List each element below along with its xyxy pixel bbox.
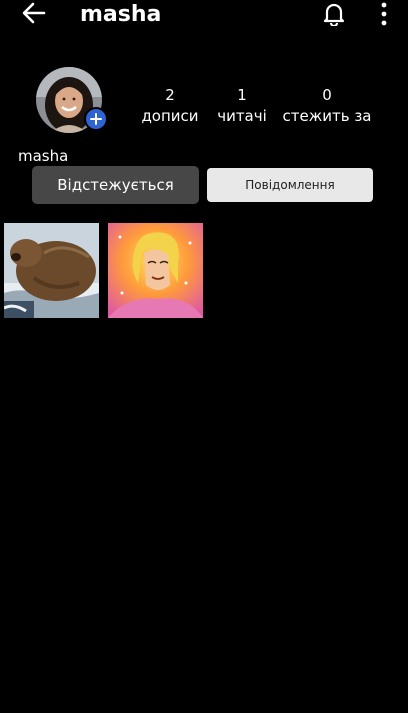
notifications-button[interactable] [321,0,347,28]
plus-icon [90,113,102,125]
bell-icon [323,3,345,26]
back-button[interactable] [20,0,48,26]
following-button[interactable]: Відстежується [32,166,199,204]
post-thumbnail-he-man[interactable] [108,223,203,318]
message-button[interactable]: Повідомлення [207,168,373,202]
arrow-left-icon [22,2,46,24]
top-bar: masha [0,0,408,32]
profile-avatar-container[interactable] [36,67,108,133]
add-story-button[interactable] [84,107,108,131]
followers-count[interactable]: 1 читачі [212,85,272,127]
followers-count-label: читачі [217,107,267,125]
more-options-button[interactable] [374,0,394,28]
profile-username: masha [18,147,69,165]
following-count-label: стежить за [282,107,372,125]
he-man-image [108,223,203,318]
posts-count-label: дописи [141,107,199,125]
followers-count-value: 1 [237,86,247,104]
more-vertical-icon [381,2,387,26]
posts-count[interactable]: 2 дописи [138,85,202,127]
posts-count-value: 2 [165,86,175,104]
following-count[interactable]: 0 стежить за [282,85,372,127]
post-thumbnail-beaver[interactable] [4,223,99,318]
beaver-image [4,223,99,318]
page-title: masha [80,2,162,27]
following-count-value: 0 [322,86,332,104]
